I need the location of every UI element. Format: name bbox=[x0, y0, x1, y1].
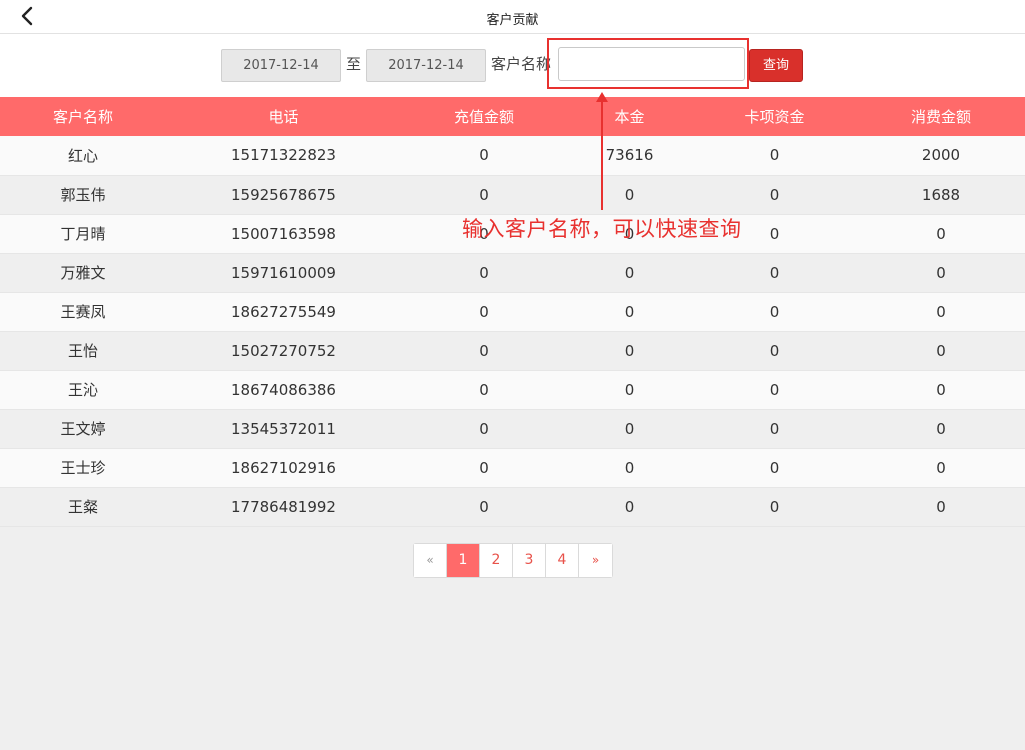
cell-phone: 18627275549 bbox=[166, 292, 401, 332]
cell-name: 郭玉伟 bbox=[0, 175, 166, 215]
table-row[interactable]: 王文婷 13545372011 0 0 0 0 bbox=[0, 409, 1025, 449]
cell-phone: 15971610009 bbox=[166, 253, 401, 293]
cell-principal: 0 bbox=[567, 370, 692, 410]
cell-card-funds: 0 bbox=[692, 253, 857, 293]
table-row[interactable]: 红心 15171322823 0 73616 0 2000 bbox=[0, 136, 1025, 176]
cell-card-funds: 0 bbox=[692, 292, 857, 332]
cell-principal: 0 bbox=[567, 487, 692, 527]
end-date-field[interactable]: 2017-12-14 bbox=[366, 49, 486, 82]
pagination: « 1 2 3 4 » bbox=[413, 543, 613, 578]
pagination-page-4[interactable]: 4 bbox=[546, 544, 579, 577]
cell-recharge: 0 bbox=[401, 292, 567, 332]
customer-name-label: 客户名称 bbox=[491, 55, 552, 73]
date-range-separator: 至 bbox=[346, 55, 362, 73]
cell-recharge: 0 bbox=[401, 175, 567, 215]
cell-recharge: 0 bbox=[401, 448, 567, 488]
pagination-page-3[interactable]: 3 bbox=[513, 544, 546, 577]
cell-principal: 0 bbox=[567, 253, 692, 293]
start-date-field[interactable]: 2017-12-14 bbox=[221, 49, 341, 82]
cell-recharge: 0 bbox=[401, 253, 567, 293]
cell-name: 王士珍 bbox=[0, 448, 166, 488]
column-header-principal: 本金 bbox=[567, 97, 692, 136]
cell-card-funds: 0 bbox=[692, 175, 857, 215]
cell-recharge: 0 bbox=[401, 370, 567, 410]
cell-consumption: 0 bbox=[857, 448, 1025, 488]
cell-phone: 17786481992 bbox=[166, 487, 401, 527]
cell-name: 万雅文 bbox=[0, 253, 166, 293]
cell-phone: 15027270752 bbox=[166, 331, 401, 371]
cell-name: 王文婷 bbox=[0, 409, 166, 449]
cell-recharge: 0 bbox=[401, 487, 567, 527]
cell-card-funds: 0 bbox=[692, 331, 857, 371]
app-window: 客户贡献 2017-12-14 至 2017-12-14 客户名称 查询 客户名… bbox=[0, 0, 1025, 750]
column-header-card-funds: 卡项资金 bbox=[692, 97, 857, 136]
cell-phone: 15925678675 bbox=[166, 175, 401, 215]
column-header-name: 客户名称 bbox=[0, 97, 166, 136]
table-row[interactable]: 郭玉伟 15925678675 0 0 0 1688 bbox=[0, 175, 1025, 215]
cell-consumption: 1688 bbox=[857, 175, 1025, 215]
cell-phone: 18674086386 bbox=[166, 370, 401, 410]
table-row[interactable]: 王赛凤 18627275549 0 0 0 0 bbox=[0, 292, 1025, 332]
cell-principal: 73616 bbox=[567, 136, 692, 176]
column-header-recharge: 充值金额 bbox=[401, 97, 567, 136]
cell-name: 王赛凤 bbox=[0, 292, 166, 332]
cell-card-funds: 0 bbox=[692, 409, 857, 449]
cell-phone: 15007163598 bbox=[166, 214, 401, 254]
customer-name-input[interactable] bbox=[558, 47, 745, 81]
cell-phone: 15171322823 bbox=[166, 136, 401, 176]
cell-consumption: 0 bbox=[857, 292, 1025, 332]
customer-contribution-table: 客户名称 电话 充值金额 本金 卡项资金 消费金额 红心 15171322823… bbox=[0, 97, 1025, 527]
page-title: 客户贡献 bbox=[486, 13, 539, 28]
table-row[interactable]: 王沁 18674086386 0 0 0 0 bbox=[0, 370, 1025, 410]
cell-name: 王怡 bbox=[0, 331, 166, 371]
cell-principal: 0 bbox=[567, 448, 692, 488]
cell-consumption: 0 bbox=[857, 370, 1025, 410]
cell-recharge: 0 bbox=[401, 331, 567, 371]
cell-consumption: 0 bbox=[857, 487, 1025, 527]
pagination-page-2[interactable]: 2 bbox=[480, 544, 513, 577]
pagination-page-1[interactable]: 1 bbox=[447, 544, 480, 577]
cell-name: 王沁 bbox=[0, 370, 166, 410]
annotation-text: 输入客户名称，可以快速查询 bbox=[462, 217, 742, 241]
table-row[interactable]: 王士珍 18627102916 0 0 0 0 bbox=[0, 448, 1025, 488]
cell-recharge: 0 bbox=[401, 409, 567, 449]
filter-bar: 2017-12-14 至 2017-12-14 客户名称 查询 bbox=[0, 34, 1025, 97]
header-bar: 客户贡献 bbox=[0, 0, 1025, 34]
cell-consumption: 0 bbox=[857, 331, 1025, 371]
table-row[interactable]: 王怡 15027270752 0 0 0 0 bbox=[0, 331, 1025, 371]
cell-principal: 0 bbox=[567, 292, 692, 332]
cell-principal: 0 bbox=[567, 331, 692, 371]
table-header-row: 客户名称 电话 充值金额 本金 卡项资金 消费金额 bbox=[0, 97, 1025, 136]
cell-principal: 0 bbox=[567, 409, 692, 449]
column-header-consumption: 消费金额 bbox=[857, 97, 1025, 136]
cell-recharge: 0 bbox=[401, 136, 567, 176]
column-header-phone: 电话 bbox=[166, 97, 401, 136]
query-button[interactable]: 查询 bbox=[749, 49, 803, 82]
cell-consumption: 0 bbox=[857, 409, 1025, 449]
cell-consumption: 2000 bbox=[857, 136, 1025, 176]
cell-phone: 13545372011 bbox=[166, 409, 401, 449]
cell-principal: 0 bbox=[567, 175, 692, 215]
cell-card-funds: 0 bbox=[692, 370, 857, 410]
cell-card-funds: 0 bbox=[692, 448, 857, 488]
pagination-prev-button[interactable]: « bbox=[414, 544, 447, 577]
cell-phone: 18627102916 bbox=[166, 448, 401, 488]
cell-name: 王粲 bbox=[0, 487, 166, 527]
table-row[interactable]: 万雅文 15971610009 0 0 0 0 bbox=[0, 253, 1025, 293]
cell-consumption: 0 bbox=[857, 214, 1025, 254]
pagination-next-button[interactable]: » bbox=[579, 544, 612, 577]
cell-name: 丁月晴 bbox=[0, 214, 166, 254]
cell-name: 红心 bbox=[0, 136, 166, 176]
cell-card-funds: 0 bbox=[692, 487, 857, 527]
cell-card-funds: 0 bbox=[692, 136, 857, 176]
annotation-arrow-line bbox=[601, 98, 603, 210]
cell-consumption: 0 bbox=[857, 253, 1025, 293]
table-row[interactable]: 王粲 17786481992 0 0 0 0 bbox=[0, 487, 1025, 527]
